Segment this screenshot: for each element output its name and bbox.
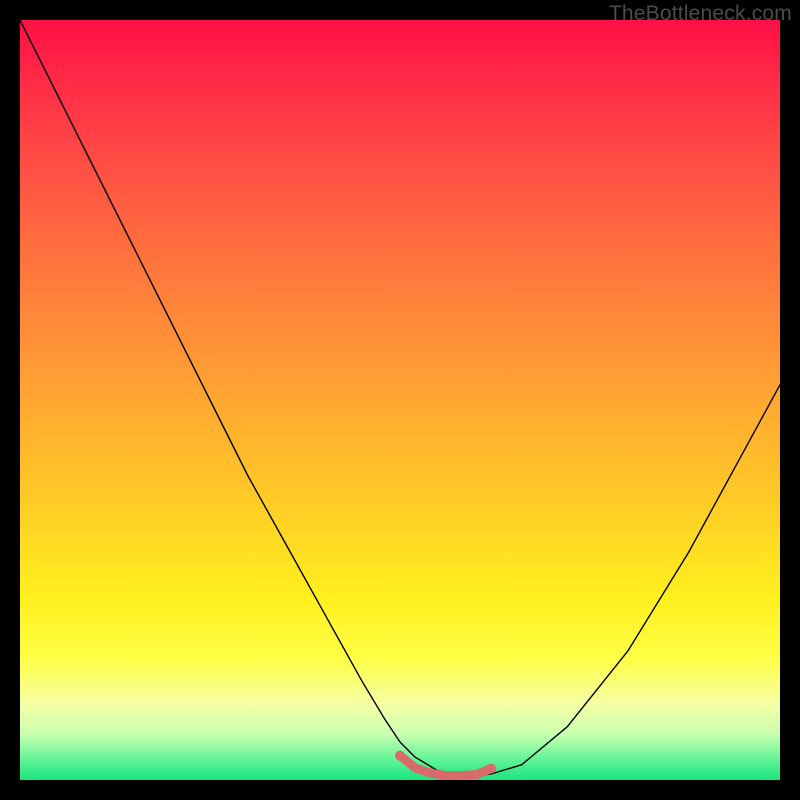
watermark-text: TheBottleneck.com xyxy=(609,2,792,26)
chart-svg xyxy=(20,20,780,780)
main-curve xyxy=(20,20,780,775)
bottom-marker-dot-left xyxy=(395,751,405,761)
bottom-marker xyxy=(400,756,491,776)
plot-area xyxy=(20,20,780,780)
bottom-marker-dot-right xyxy=(486,764,496,774)
chart-frame: TheBottleneck.com xyxy=(0,0,800,800)
